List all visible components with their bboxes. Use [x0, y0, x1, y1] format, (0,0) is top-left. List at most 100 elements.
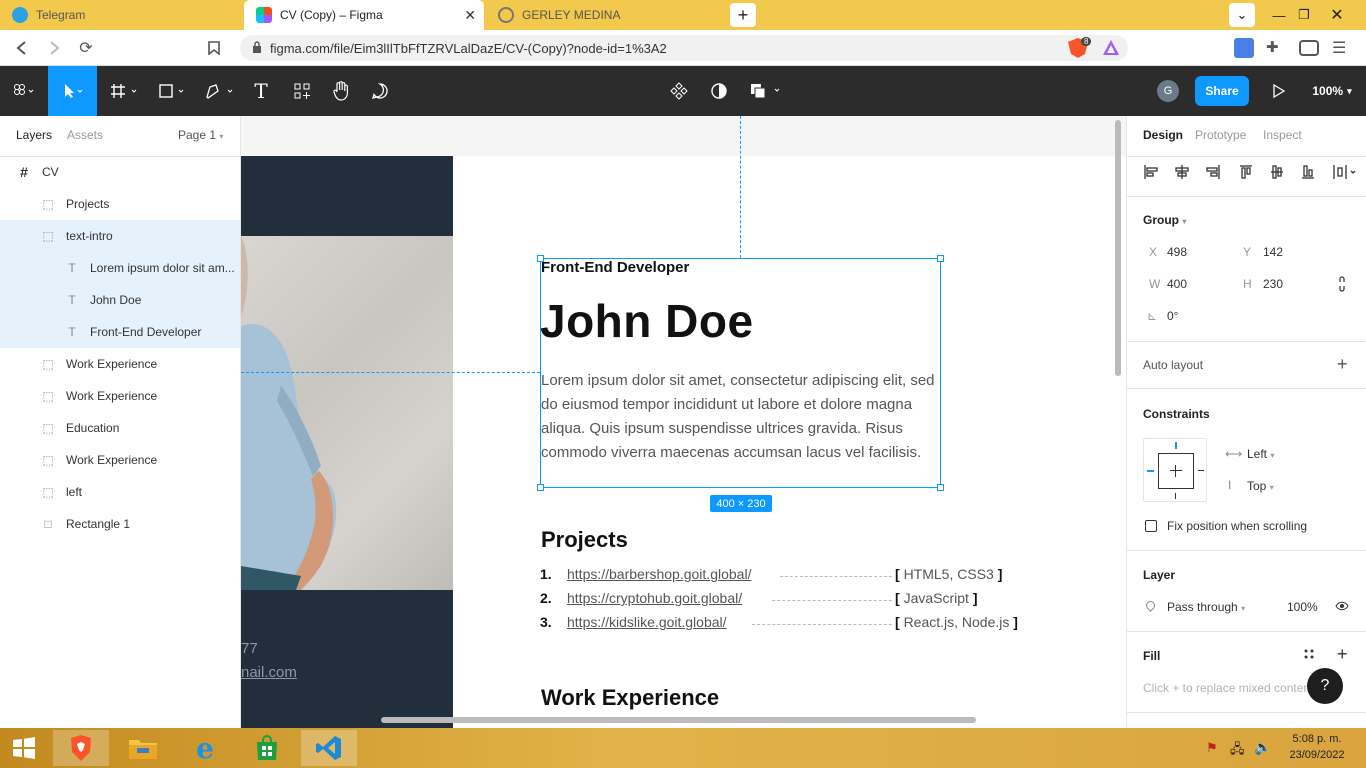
tab-gerley-medina[interactable]: GERLEY MEDINA: [486, 0, 720, 30]
constraint-top-active[interactable]: [1175, 442, 1177, 449]
layer-item[interactable]: ⬚ Education: [0, 412, 240, 444]
resize-handle-bottom-left[interactable]: [537, 484, 544, 491]
share-button[interactable]: Share: [1195, 76, 1249, 106]
horizontal-constraint-dropdown[interactable]: Left ▾: [1247, 447, 1274, 461]
constraint-left-active[interactable]: [1147, 470, 1154, 472]
start-windows-icon[interactable]: [0, 730, 48, 766]
translate-icon[interactable]: [1234, 38, 1254, 58]
layer-item[interactable]: # CV: [0, 156, 240, 188]
notification-flag-icon[interactable]: ⚑: [1206, 740, 1218, 756]
opacity-field[interactable]: 100%: [1287, 600, 1318, 614]
contact-email-fragment[interactable]: nail.com: [241, 664, 297, 681]
horizontal-scrollbar[interactable]: [381, 717, 976, 723]
layer-item[interactable]: ⬚ Projects: [0, 188, 240, 220]
new-tab-button[interactable]: +: [730, 3, 756, 27]
y-field[interactable]: 142: [1263, 245, 1283, 259]
component-icon[interactable]: [666, 66, 692, 116]
url-field[interactable]: figma.com/file/Eim3lIlTbFfTZRVLalDazE/CV…: [240, 35, 1128, 61]
bookmark-icon[interactable]: [204, 38, 224, 58]
tab-inspect[interactable]: Inspect: [1263, 128, 1302, 142]
eye-icon[interactable]: [1335, 600, 1349, 612]
clock-date[interactable]: 23/09/2022: [1287, 749, 1347, 761]
user-avatar[interactable]: G: [1157, 80, 1179, 102]
vertical-constraint-dropdown[interactable]: Top ▾: [1247, 479, 1274, 493]
restore-icon[interactable]: ❐: [1289, 0, 1319, 30]
menu-icon[interactable]: ☰: [1332, 38, 1352, 58]
height-field[interactable]: 230: [1263, 277, 1283, 291]
project-link[interactable]: https://kidslike.goit.global/: [567, 614, 727, 630]
blend-mode-dropdown[interactable]: Pass through ▾: [1167, 600, 1245, 614]
resize-handle-top-right[interactable]: [937, 255, 944, 262]
forward-icon[interactable]: [44, 38, 64, 58]
page-selector[interactable]: Page 1 ▾: [178, 128, 223, 142]
comment-tool-icon[interactable]: [368, 66, 392, 116]
project-item[interactable]: 1. https://barbershop.goit.global/ [ HTM…: [540, 564, 1040, 586]
tab-prototype[interactable]: Prototype: [1195, 128, 1246, 142]
project-link[interactable]: https://barbershop.goit.global/: [567, 566, 751, 582]
help-button[interactable]: ?: [1307, 668, 1343, 704]
wallet-icon[interactable]: [1299, 40, 1319, 56]
vertical-scrollbar[interactable]: [1115, 120, 1121, 376]
mask-icon[interactable]: [706, 66, 732, 116]
present-play-icon[interactable]: [1268, 66, 1290, 116]
extensions-puzzle-icon[interactable]: ✚: [1266, 38, 1286, 58]
close-tab-icon[interactable]: ✕: [464, 7, 476, 24]
layer-item[interactable]: □ Rectangle 1: [0, 508, 240, 540]
work-experience-heading[interactable]: Work Experience: [541, 685, 719, 711]
close-window-icon[interactable]: ✕: [1322, 0, 1352, 30]
project-item[interactable]: 3. https://kidslike.goit.global/ [ React…: [540, 612, 1040, 634]
add-auto-layout-icon[interactable]: +: [1337, 354, 1348, 375]
rotation-field[interactable]: 0°: [1167, 309, 1178, 323]
network-icon[interactable]: 🖧: [1230, 740, 1245, 762]
pen-tool-icon[interactable]: [200, 66, 240, 116]
layer-item[interactable]: T Front-End Developer: [0, 316, 240, 348]
profile-photo[interactable]: [241, 236, 453, 590]
figma-menu-icon[interactable]: [0, 66, 48, 116]
clock-time[interactable]: 5:08 p. m.: [1287, 733, 1347, 745]
constraint-bottom[interactable]: [1175, 493, 1176, 499]
layer-item[interactable]: ⬚ Work Experience: [0, 380, 240, 412]
project-link[interactable]: https://cryptohub.goit.global/: [567, 590, 742, 606]
text-tool-icon[interactable]: T: [248, 66, 274, 116]
volume-icon[interactable]: 🔈: [1254, 739, 1271, 756]
layer-item[interactable]: ⬚ Work Experience: [0, 444, 240, 476]
vscode-icon[interactable]: [301, 730, 357, 766]
cv-left-column[interactable]: 77 nail.com: [241, 156, 453, 728]
move-tool-icon[interactable]: [48, 66, 97, 116]
zoom-dropdown[interactable]: 100% ▾: [1306, 66, 1358, 116]
internet-explorer-icon[interactable]: e: [177, 730, 233, 766]
hand-tool-icon[interactable]: [328, 66, 354, 116]
projects-heading[interactable]: Projects: [541, 527, 628, 553]
file-explorer-icon[interactable]: [115, 730, 171, 766]
layer-item[interactable]: ⬚ text-intro: [0, 220, 240, 252]
tab-telegram[interactable]: Telegram: [0, 0, 240, 30]
shape-tool-icon[interactable]: [154, 66, 192, 116]
layer-item[interactable]: ⬚ left: [0, 476, 240, 508]
design-canvas[interactable]: 77 nail.com Front-End Developer John Doe…: [241, 116, 1126, 728]
brave-taskbar-icon[interactable]: [53, 730, 109, 766]
constrain-proportions-icon[interactable]: [1337, 276, 1347, 292]
group-section-label[interactable]: Group ▾: [1143, 213, 1186, 227]
x-field[interactable]: 498: [1167, 245, 1187, 259]
back-icon[interactable]: [12, 38, 32, 58]
resize-handle-top-left[interactable]: [537, 255, 544, 262]
constraints-widget[interactable]: [1143, 438, 1207, 502]
layer-item[interactable]: T Lorem ipsum dolor sit am...: [0, 252, 240, 284]
layer-item[interactable]: ⬚ Work Experience: [0, 348, 240, 380]
layer-item[interactable]: T John Doe: [0, 284, 240, 316]
resize-handle-bottom-right[interactable]: [937, 484, 944, 491]
tab-design[interactable]: Design: [1143, 128, 1183, 142]
project-item[interactable]: 2. https://cryptohub.goit.global/ [ Java…: [540, 588, 1040, 610]
fix-position-checkbox[interactable]: [1145, 520, 1157, 532]
boolean-ops-icon[interactable]: [748, 66, 784, 116]
style-grid-icon[interactable]: [1303, 648, 1315, 660]
tab-search-chevron-icon[interactable]: ⌄: [1229, 3, 1255, 27]
width-field[interactable]: 400: [1167, 277, 1187, 291]
store-icon[interactable]: [239, 730, 295, 766]
resources-icon[interactable]: [290, 66, 314, 116]
frame-tool-icon[interactable]: [106, 66, 144, 116]
tab-assets[interactable]: Assets: [67, 128, 103, 142]
selection-box[interactable]: [537, 255, 944, 491]
tab-figma[interactable]: CV (Copy) – Figma ✕: [244, 0, 484, 30]
add-fill-icon[interactable]: +: [1337, 644, 1348, 665]
